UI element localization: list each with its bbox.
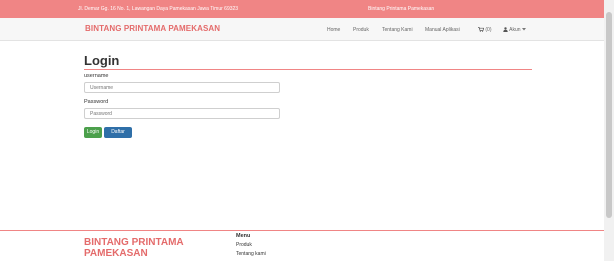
top-info-bar: Jl. Demar Gg. 16 No. 1, Lawangan Daya Pa… — [0, 0, 604, 18]
nav-manual-aplikasi[interactable]: Manual Aplikasi — [425, 27, 460, 33]
password-label: Password — [84, 99, 109, 105]
nav-produk[interactable]: Produk — [353, 27, 369, 33]
nav-home[interactable]: Home — [327, 27, 340, 33]
cart-count: (0) — [485, 27, 492, 33]
vertical-scrollbar[interactable] — [604, 0, 614, 261]
caret-down-icon — [521, 28, 526, 31]
nav-account-dropdown[interactable]: Akun — [503, 27, 526, 33]
store-address: Jl. Demar Gg. 16 No. 1, Lawangan Daya Pa… — [78, 6, 239, 12]
user-icon — [503, 27, 508, 32]
page-title: Login — [84, 53, 120, 68]
footer-brand: BINTANG PRINTAMA PAMEKASAN — [84, 237, 184, 259]
username-input[interactable] — [84, 82, 280, 93]
cart-icon — [478, 27, 485, 32]
store-slogan: Bintang Printama Pamekasan — [368, 6, 435, 12]
brand-logo[interactable]: BINTANG PRINTAMA PAMEKASAN — [85, 24, 220, 33]
nav-tentang-kami[interactable]: Tentang Kami — [382, 27, 413, 33]
account-label: Akun — [509, 27, 521, 33]
nav-cart[interactable]: (0) — [478, 27, 492, 33]
register-button[interactable]: Daftar — [104, 127, 132, 138]
password-input[interactable] — [84, 108, 280, 119]
footer-menu-heading: Menu — [236, 233, 251, 239]
title-divider — [84, 69, 532, 70]
username-label: username — [84, 73, 109, 79]
footer-link-tentang-kami[interactable]: Tentang kami — [236, 251, 266, 257]
footer-divider — [0, 230, 604, 231]
login-button[interactable]: Login — [84, 127, 102, 138]
scrollbar-thumb[interactable] — [606, 12, 612, 218]
navbar: BINTANG PRINTAMA PAMEKASAN Home Produk T… — [0, 18, 604, 41]
footer-link-produk[interactable]: Produk — [236, 242, 252, 248]
